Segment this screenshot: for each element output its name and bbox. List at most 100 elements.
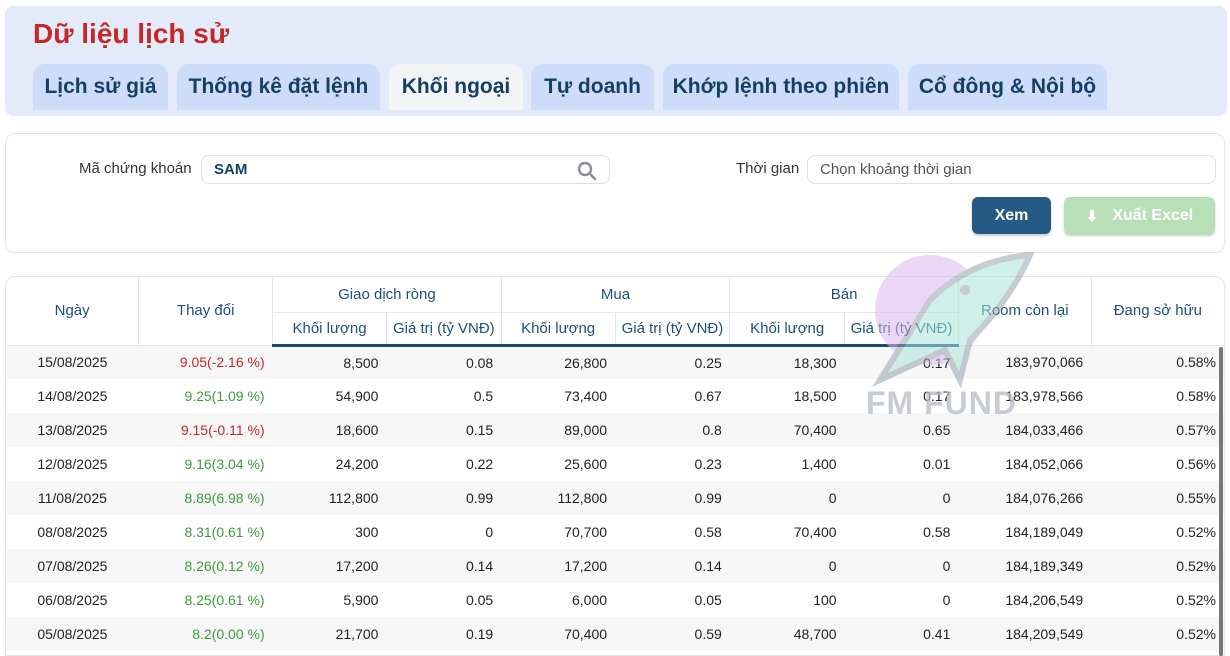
cell-net-volume: 54,900: [335, 388, 379, 404]
col-net: Giao dịch ròng: [272, 277, 502, 313]
symbol-value: SAM: [214, 161, 248, 178]
cell-buy-volume: 89,000: [564, 422, 608, 438]
table-row: 08/08/2025 8.31(0.61 %) 300 0 70,700 0.58 70,4…: [6, 515, 1224, 549]
cell-net-value: 0.05: [465, 592, 494, 608]
col-sell: Bán: [729, 277, 959, 313]
cell-net-volume: 300: [355, 524, 379, 540]
cell-date: 15/08/2025: [37, 354, 108, 371]
cell-net-value: 0.15: [465, 422, 494, 438]
col-change: Thay đổi: [138, 277, 274, 346]
cell-sell-value: 0: [942, 558, 951, 574]
cell-sell-volume: 48,700: [793, 626, 837, 642]
tab-session-matching[interactable]: Khớp lệnh theo phiên: [663, 64, 899, 110]
table-row: 14/08/2025 9.25(1.09 %) 54,900 0.5 73,400 0.6…: [6, 379, 1224, 413]
cell-net-value: 0.99: [465, 490, 494, 506]
col-net-value: Giá trị (tỷ VNĐ): [386, 312, 502, 347]
cell-date: 06/08/2025: [37, 592, 108, 608]
filter-panel: [5, 133, 1225, 253]
cell-buy-volume: 26,800: [564, 354, 608, 371]
cell-net-volume: 112,800: [328, 490, 379, 506]
time-range-input[interactable]: Chọn khoảng thời gian: [807, 155, 1216, 184]
cell-ownership: 0.56%: [1176, 456, 1216, 472]
cell-buy-value: 0.23: [694, 456, 722, 472]
col-buy: Mua: [501, 277, 731, 313]
tab-foreign[interactable]: Khối ngoại: [389, 64, 523, 110]
cell-ownership: 0.58%: [1176, 388, 1216, 404]
cell-buy-value: 0.59: [694, 626, 722, 642]
col-date: Ngày: [6, 277, 140, 346]
cell-ownership: 0.52%: [1176, 558, 1216, 574]
cell-net-value: 0.08: [465, 354, 494, 371]
cell-buy-volume: 73,400: [564, 388, 608, 404]
tab-shareholders[interactable]: Cổ đông & Nội bộ: [908, 64, 1107, 110]
col-sell-value: Giá trị (tỷ VNĐ): [844, 312, 959, 347]
tab-price-history[interactable]: Lịch sử giá: [33, 64, 168, 110]
tab-proprietary[interactable]: Tự doanh: [531, 64, 654, 110]
cell-net-volume: 17,200: [335, 558, 379, 574]
symbol-input[interactable]: SAM: [201, 155, 610, 184]
cell-net-volume: 5,900: [343, 592, 379, 608]
cell-net-value: 0.14: [465, 558, 494, 574]
cell-net-value: 0: [485, 524, 494, 540]
cell-sell-volume: 100: [813, 592, 837, 608]
cell-ownership: 0.52%: [1176, 524, 1216, 540]
cell-room-remaining: 183,970,066: [1005, 354, 1084, 371]
time-label: Thời gian: [736, 160, 800, 177]
download-icon: ⬇: [1085, 207, 1099, 225]
cell-buy-value: 0.67: [694, 388, 722, 404]
cell-room-remaining: 184,206,549: [1005, 592, 1084, 608]
cell-change: 8.25(0.61 %): [184, 592, 265, 608]
col-sell-volume: Khối lượng: [729, 312, 846, 347]
cell-net-value: 0.19: [465, 626, 494, 642]
cell-date: 07/08/2025: [37, 558, 108, 574]
tab-order-stats[interactable]: Thống kê đặt lệnh: [177, 64, 380, 110]
cell-buy-volume: 70,400: [564, 626, 608, 642]
cell-sell-volume: 0: [828, 490, 837, 506]
cell-buy-volume: 6,000: [571, 592, 608, 608]
watermark-text: FM FUND: [866, 385, 1017, 421]
col-net-volume: Khối lượng: [272, 312, 387, 347]
cell-change: 8.2(0.00 %): [192, 626, 265, 642]
cell-sell-value: 0.41: [923, 626, 951, 642]
cell-room-remaining: 184,076,266: [1005, 490, 1084, 506]
cell-change: 9.16(3.04 %): [184, 456, 265, 472]
cell-change: 9.15(-0.11 %): [180, 422, 265, 438]
table-row: 12/08/2025 9.16(3.04 %) 24,200 0.22 25,600 0.…: [6, 447, 1224, 481]
table-row: 11/08/2025 8.89(6.98 %) 112,800 0.99 112,800…: [6, 481, 1224, 515]
cell-date: 14/08/2025: [37, 388, 108, 404]
cell-ownership: 0.52%: [1176, 592, 1216, 608]
col-own: Đang sở hữu: [1091, 277, 1224, 346]
page-title: Dữ liệu lịch sử: [33, 18, 230, 49]
search-icon[interactable]: [577, 161, 597, 181]
cell-net-value: 0.22: [465, 456, 494, 472]
cell-change: 8.89(6.98 %): [184, 490, 265, 506]
cell-sell-volume: 0: [828, 558, 837, 574]
cell-date: 11/08/2025: [37, 490, 107, 506]
cell-buy-volume: 17,200: [564, 558, 608, 574]
cell-sell-volume: 70,400: [793, 524, 837, 540]
cell-sell-value: 0.58: [923, 524, 951, 540]
cell-buy-volume: 25,600: [564, 456, 608, 472]
cell-buy-value: 0.25: [694, 354, 722, 371]
col-buy-value: Giá trị (tỷ VNĐ): [615, 312, 731, 347]
cell-sell-volume: 1,400: [801, 456, 837, 472]
view-button[interactable]: Xem: [972, 197, 1051, 234]
cell-sell-volume: 70,400: [793, 422, 837, 438]
cell-change: 8.31(0.61 %): [184, 524, 265, 540]
cell-sell-value: 0.01: [923, 456, 951, 472]
cell-sell-volume: 18,300: [793, 354, 837, 371]
table-scrollbar[interactable]: [1219, 347, 1223, 656]
cell-date: 05/08/2025: [37, 626, 108, 642]
table-row: 06/08/2025 8.25(0.61 %) 5,900 0.05 6,000 0.05…: [6, 583, 1224, 617]
cell-buy-value: 0.99: [694, 490, 722, 506]
cell-net-volume: 8,500: [343, 354, 379, 371]
export-excel-button[interactable]: ⬇ Xuất Excel: [1064, 197, 1215, 234]
cell-room-remaining: 184,052,066: [1005, 456, 1084, 472]
cell-sell-value: 0: [942, 592, 951, 608]
cell-room-remaining: 184,209,549: [1005, 626, 1084, 642]
cell-buy-value: 0.05: [694, 592, 722, 608]
cell-ownership: 0.55%: [1176, 490, 1216, 506]
foreign-trading-table: Ngày Thay đổi Giao dịch ròng Mua Bán Roo…: [5, 276, 1225, 656]
cell-ownership: 0.52%: [1176, 626, 1216, 642]
cell-buy-volume: 70,700: [564, 524, 608, 540]
